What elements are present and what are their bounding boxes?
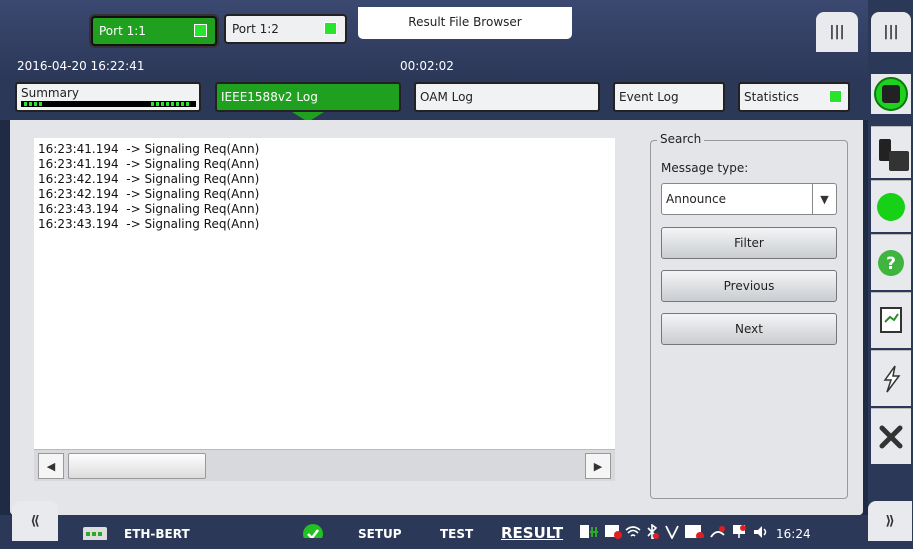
report-icon bbox=[880, 306, 902, 333]
chevron-right-icon[interactable]: ⟫ bbox=[868, 501, 912, 541]
chevron-left-icon[interactable]: ⟪ bbox=[12, 501, 58, 541]
tab-label: Event Log bbox=[619, 90, 679, 104]
log-line: 16:23:43.194 -> Signaling Req(Ann) bbox=[38, 217, 260, 231]
battery-icon bbox=[580, 525, 598, 538]
tab-statistics[interactable]: Statistics bbox=[738, 82, 850, 112]
right-sidebar: ||| ? bbox=[868, 0, 913, 549]
bottom-bar: ⟪ ETH-BERT SETUP TEST RESULT 16:24 ⟫ bbox=[0, 501, 912, 549]
port-tab-label: Port 1:1 bbox=[99, 24, 146, 38]
port-tab-label: Port 1:2 bbox=[232, 22, 279, 36]
log-line: 16:23:42.194 -> Signaling Req(Ann) bbox=[38, 172, 260, 186]
horizontal-scrollbar[interactable]: ◀ ▶ bbox=[34, 449, 615, 481]
module-icon bbox=[83, 527, 107, 540]
result-tabs: Summary IEEE1588v2 Log OAM Log Event Log… bbox=[0, 78, 868, 120]
bluetooth-icon bbox=[647, 524, 659, 539]
result-button[interactable]: RESULT bbox=[501, 524, 563, 542]
tab-summary[interactable]: Summary bbox=[15, 82, 201, 112]
lightning-icon bbox=[883, 365, 901, 392]
chevron-down-icon[interactable]: ▼ bbox=[812, 184, 836, 214]
next-button[interactable]: Next bbox=[661, 313, 837, 345]
traffic-light-icon bbox=[879, 138, 909, 171]
tab-label: IEEE1588v2 Log bbox=[221, 90, 318, 104]
app-name: ETH-BERT bbox=[124, 527, 190, 541]
tab-ieee1588v2-log[interactable]: IEEE1588v2 Log bbox=[215, 82, 401, 112]
port-tab-1-2[interactable]: Port 1:2 bbox=[224, 14, 347, 44]
close-icon bbox=[879, 425, 903, 448]
v-icon bbox=[665, 525, 679, 539]
tab-oam-log[interactable]: OAM Log bbox=[414, 82, 600, 112]
terminal-icon bbox=[685, 525, 704, 538]
status-button[interactable] bbox=[871, 180, 911, 232]
setup-button[interactable]: SETUP bbox=[358, 527, 402, 541]
traffic-light-button[interactable] bbox=[871, 126, 911, 178]
screen-icon bbox=[605, 525, 622, 539]
help-icon: ? bbox=[878, 249, 904, 276]
log-line: 16:23:41.194 -> Signaling Req(Ann) bbox=[38, 157, 260, 171]
close-button[interactable] bbox=[871, 408, 911, 464]
check-icon bbox=[303, 524, 323, 538]
log-line: 16:23:43.194 -> Signaling Req(Ann) bbox=[38, 202, 260, 216]
menu-icon[interactable]: ||| bbox=[816, 12, 858, 52]
speaker-icon bbox=[754, 526, 767, 538]
port-status-led bbox=[194, 24, 207, 37]
satellite-icon bbox=[710, 526, 725, 538]
search-legend: Search bbox=[657, 132, 705, 146]
message-type-label: Message type: bbox=[661, 161, 749, 175]
stop-icon bbox=[874, 77, 908, 111]
report-button[interactable] bbox=[871, 292, 911, 348]
wifi-icon bbox=[625, 526, 641, 537]
scroll-thumb[interactable] bbox=[68, 453, 206, 479]
tab-label: Summary bbox=[21, 86, 79, 100]
scroll-right-icon[interactable]: ▶ bbox=[585, 453, 611, 479]
port-tab-1-1[interactable]: Port 1:1 bbox=[91, 16, 217, 46]
log-view[interactable]: 16:23:41.194 -> Signaling Req(Ann) 16:23… bbox=[34, 138, 615, 481]
port-status-led bbox=[324, 22, 337, 35]
log-line: 16:23:41.194 -> Signaling Req(Ann) bbox=[38, 142, 260, 156]
tab-label: OAM Log bbox=[420, 90, 474, 104]
menu-icon[interactable]: ||| bbox=[871, 12, 911, 52]
tab-event-log[interactable]: Event Log bbox=[613, 82, 725, 112]
datetime: 2016-04-20 16:22:41 bbox=[17, 59, 145, 73]
inject-button[interactable] bbox=[871, 350, 911, 406]
svg-text:?: ? bbox=[886, 254, 896, 274]
stop-button[interactable] bbox=[871, 74, 911, 114]
help-button[interactable]: ? bbox=[871, 234, 911, 290]
elapsed-time: 00:02:02 bbox=[400, 59, 454, 73]
search-group: Search Message type: Announce ▼ Filter P… bbox=[650, 132, 848, 499]
top-bar: Port 1:1 Port 1:2 Result File Browser 20… bbox=[0, 0, 868, 80]
message-type-value: Announce bbox=[666, 192, 726, 206]
network-icon bbox=[733, 525, 746, 538]
main-panel: 16:23:41.194 -> Signaling Req(Ann) 16:23… bbox=[10, 120, 863, 515]
message-type-select[interactable]: Announce ▼ bbox=[661, 183, 837, 215]
clock: 16:24 bbox=[776, 527, 811, 541]
scroll-left-icon[interactable]: ◀ bbox=[38, 453, 64, 479]
summary-status-bar bbox=[21, 101, 196, 107]
log-lines: 16:23:41.194 -> Signaling Req(Ann) 16:23… bbox=[36, 142, 259, 232]
log-line: 16:23:42.194 -> Signaling Req(Ann) bbox=[38, 187, 260, 201]
page-title: Result File Browser bbox=[358, 7, 572, 39]
filter-button[interactable]: Filter bbox=[661, 227, 837, 259]
tab-label: Statistics bbox=[744, 90, 799, 104]
test-button[interactable]: TEST bbox=[440, 527, 473, 541]
status-led-icon bbox=[877, 192, 905, 221]
statistics-status-led bbox=[829, 90, 842, 103]
previous-button[interactable]: Previous bbox=[661, 270, 837, 302]
